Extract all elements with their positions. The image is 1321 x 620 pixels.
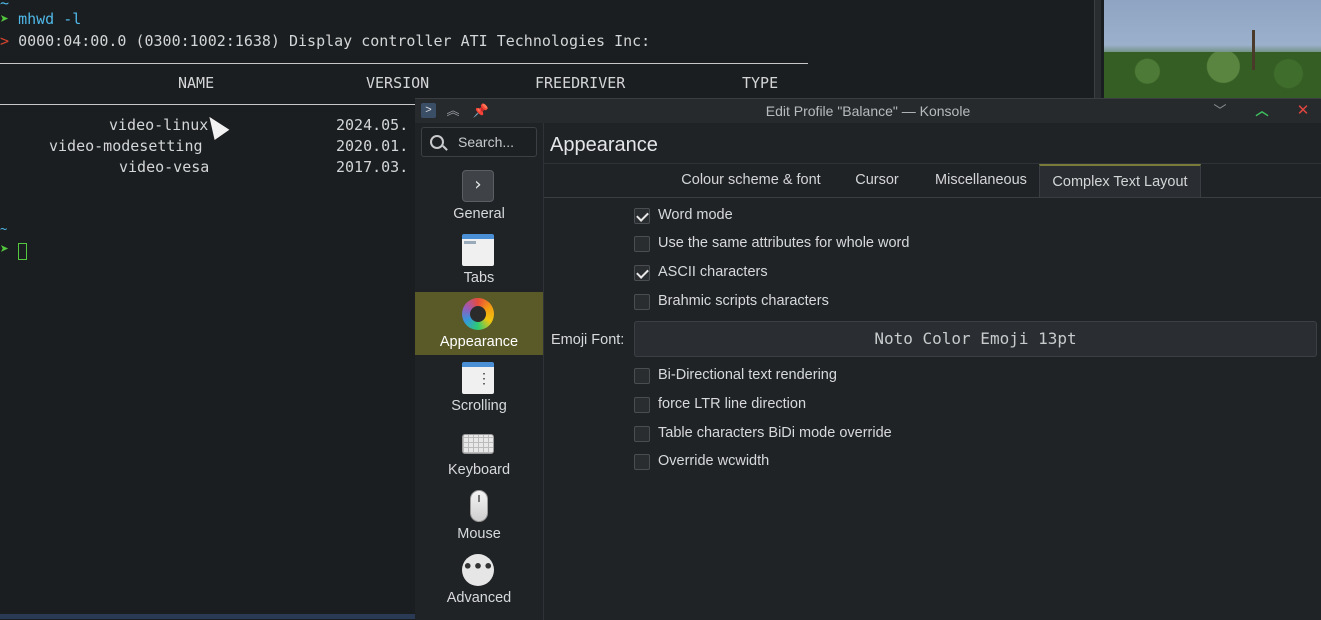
prompt-arrow-icon: ➤: [0, 10, 10, 28]
sidebar-item-label: Appearance: [439, 334, 519, 350]
sidebar-item-appearance[interactable]: Appearance: [415, 292, 543, 355]
sidebar-item-label: Tabs: [463, 270, 495, 286]
col-header-name: NAME: [178, 74, 215, 92]
option-label: Brahmic scripts characters: [658, 293, 829, 309]
device-line: > 0000:04:00.0 (0300:1002:1638) Display …: [0, 32, 650, 50]
prompt-line[interactable]: ➤: [0, 240, 9, 258]
force-ltr-checkbox[interactable]: [634, 397, 650, 413]
table-row-name: video-vesa: [119, 158, 210, 176]
window-title: Edit Profile "Balance" — Konsole: [765, 103, 971, 119]
maximize-button[interactable]: ︿: [1253, 102, 1271, 120]
bidi-rendering-checkbox[interactable]: [634, 368, 650, 384]
minimize-button[interactable]: ﹀: [1211, 102, 1229, 120]
terminal-scrollbar[interactable]: [1094, 0, 1101, 100]
option-label: Word mode: [658, 207, 733, 223]
search-input[interactable]: Search...: [421, 127, 537, 157]
tab-cursor[interactable]: Cursor: [841, 164, 913, 197]
sidebar-item-mouse[interactable]: Mouse: [415, 484, 543, 547]
table-row-version: 2020.01.: [336, 137, 409, 155]
option-label: Bi-Directional text rendering: [658, 367, 837, 383]
sidebar-item-tabs[interactable]: Tabs: [415, 228, 543, 291]
option-label: Table characters BiDi mode override: [658, 425, 892, 441]
table-row-name: video-linux: [109, 116, 209, 134]
sidebar-item-label: Keyboard: [447, 462, 511, 478]
taskbar-strip: [0, 614, 415, 619]
brahmic-scripts-checkbox[interactable]: [634, 294, 650, 310]
sidebar: Search... › General Tabs Appearance Scro…: [415, 123, 544, 620]
prompt-error-icon: >: [0, 32, 10, 50]
table-row-name: video-modesetting: [49, 137, 203, 155]
mouse-icon: [470, 490, 488, 522]
same-attributes-checkbox[interactable]: [634, 236, 650, 252]
tab-colour-scheme[interactable]: Colour scheme & font: [668, 164, 834, 197]
sidebar-item-label: Mouse: [457, 526, 501, 542]
table-rule-top: [0, 63, 808, 64]
text-cursor: [18, 243, 27, 260]
search-placeholder: Search...: [458, 134, 515, 150]
table-row-version: 2024.05.: [336, 116, 409, 134]
option-label: ASCII characters: [658, 264, 768, 280]
wallpaper-trees: [1104, 52, 1321, 100]
option-label: force LTR line direction: [658, 396, 807, 412]
sidebar-item-label: Scrolling: [451, 398, 507, 414]
title-bar[interactable]: > ︽ 📌 Edit Profile "Balance" — Konsole ﹀…: [415, 99, 1321, 123]
col-header-type: TYPE: [742, 74, 779, 92]
command-line: ➤ mhwd -l: [0, 10, 81, 28]
page-title: Appearance: [550, 134, 658, 156]
terminal-icon: ›: [462, 170, 494, 202]
emoji-font-button[interactable]: Noto Color Emoji 13pt: [634, 321, 1317, 357]
table-row-version: 2017.03.: [336, 158, 409, 176]
tab-miscellaneous[interactable]: Miscellaneous: [921, 164, 1041, 197]
emoji-font-label: Emoji Font:: [551, 332, 625, 348]
settings-content: Appearance Colour scheme & font Cursor M…: [544, 123, 1321, 620]
wallpaper-trunk: [1252, 30, 1255, 70]
col-header-version: VERSION: [366, 74, 430, 92]
color-wheel-icon: [462, 298, 494, 330]
option-label: Override wcwidth: [658, 453, 770, 469]
edit-profile-dialog: > ︽ 📌 Edit Profile "Balance" — Konsole ﹀…: [415, 98, 1321, 620]
option-label: Use the same attributes for whole word: [658, 235, 910, 251]
keyboard-icon: [462, 434, 494, 454]
tab-complex-text-layout[interactable]: Complex Text Layout: [1039, 164, 1201, 197]
ascii-characters-checkbox[interactable]: [634, 265, 650, 281]
col-header-freedriver: FREEDRIVER: [535, 74, 626, 92]
scrollbar-icon: [462, 362, 494, 394]
prompt-arrow-icon: ➤: [0, 240, 10, 258]
word-mode-checkbox[interactable]: [634, 208, 650, 224]
sidebar-item-general[interactable]: › General: [415, 164, 543, 227]
search-icon: [430, 135, 444, 149]
more-icon: •••: [462, 554, 494, 586]
prompt-tilde: ~: [0, 222, 8, 236]
sidebar-item-scrolling[interactable]: Scrolling: [415, 356, 543, 419]
sidebar-item-keyboard[interactable]: Keyboard: [415, 420, 543, 483]
table-rule-bottom: [0, 104, 415, 105]
device-text: 0000:04:00.0 (0300:1002:1638) Display co…: [18, 32, 651, 50]
table-bidi-override-checkbox[interactable]: [634, 426, 650, 442]
close-button[interactable]: ✕: [1294, 102, 1312, 120]
command-text: mhwd -l: [18, 10, 82, 28]
sidebar-item-advanced[interactable]: ••• Advanced: [415, 548, 543, 611]
sidebar-item-label: General: [453, 206, 505, 222]
wallpaper-image: [1104, 0, 1321, 100]
tab-bar: Colour scheme & font Cursor Miscellaneou…: [544, 164, 1321, 198]
override-wcwidth-checkbox[interactable]: [634, 454, 650, 470]
sidebar-item-label: Advanced: [446, 590, 512, 606]
tabs-icon: [462, 234, 494, 266]
